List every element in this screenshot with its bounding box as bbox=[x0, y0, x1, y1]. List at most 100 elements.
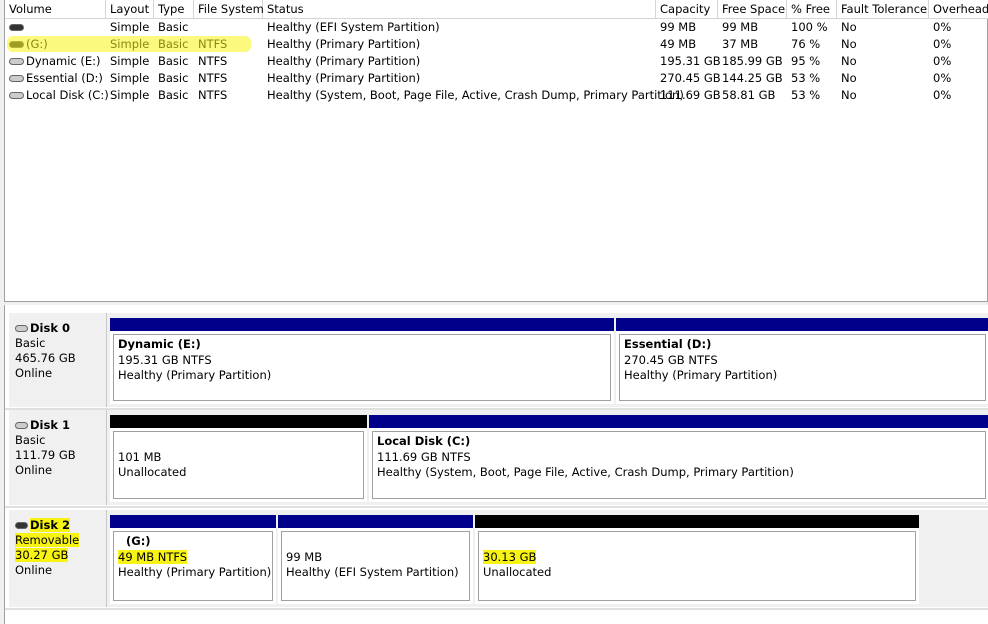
partition-bar bbox=[110, 318, 614, 331]
disk-state: Online bbox=[15, 563, 53, 577]
partition-size: 111.69 GB NTFS bbox=[377, 449, 471, 464]
partition-size: 30.13 GB bbox=[483, 549, 537, 564]
partition[interactable]: Essential (D:) 270.45 GB NTFS Healthy (P… bbox=[616, 318, 988, 404]
column-header[interactable]: Layout bbox=[106, 0, 154, 19]
cell-status: Healthy (EFI System Partition) bbox=[267, 20, 440, 34]
disk-name: Disk 2 bbox=[30, 518, 70, 532]
partition-bar bbox=[475, 515, 919, 528]
removable-drive-icon bbox=[9, 41, 24, 48]
cell-pct: 53 % bbox=[791, 88, 821, 102]
cell-pct: 53 % bbox=[791, 71, 821, 85]
disk-drive-icon bbox=[15, 325, 28, 332]
partition[interactable]: 30.13 GB Unallocated bbox=[475, 515, 919, 604]
cell-fault: No bbox=[841, 88, 857, 102]
column-header[interactable]: Type bbox=[154, 0, 194, 19]
partition-size: 49 MB NTFS bbox=[118, 549, 188, 564]
disk-name: Disk 1 bbox=[30, 418, 70, 432]
partition-status: Healthy (Primary Partition) bbox=[624, 368, 778, 382]
partition[interactable]: (G:) 49 MB NTFS Healthy (Primary Partiti… bbox=[110, 515, 276, 604]
partition-size: 101 MB bbox=[118, 449, 162, 464]
disk-type: Basic bbox=[15, 433, 46, 447]
cell-fs: NTFS bbox=[198, 88, 228, 102]
cell-free: 58.81 GB bbox=[722, 88, 776, 102]
partition-bar bbox=[110, 415, 367, 428]
partition-status: Unallocated bbox=[483, 565, 552, 579]
partition[interactable]: Local Disk (C:) 111.69 GB NTFS Healthy (… bbox=[369, 415, 988, 502]
disk-label[interactable]: Disk 0 Basic 465.76 GB Online bbox=[9, 313, 107, 407]
partition-title bbox=[118, 434, 363, 450]
disk-state: Online bbox=[15, 366, 53, 380]
disk-map: Disk 0 Basic 465.76 GB Online Dynamic (E… bbox=[4, 305, 988, 624]
partition-title: (G:) bbox=[126, 534, 151, 548]
partition-status: Healthy (EFI System Partition) bbox=[286, 565, 459, 579]
cell-fault: No bbox=[841, 20, 857, 34]
partition[interactable]: 101 MB Unallocated bbox=[110, 415, 367, 502]
cell-status: Healthy (Primary Partition) bbox=[267, 37, 421, 51]
removable-drive-icon bbox=[9, 24, 24, 31]
cell-layout: Simple bbox=[110, 88, 150, 102]
cell-type: Basic bbox=[158, 37, 189, 51]
cell-overhead: 0% bbox=[933, 37, 952, 51]
column-header[interactable]: Fault Tolerance bbox=[837, 0, 929, 19]
disk-name: Disk 0 bbox=[30, 321, 70, 335]
partition-title bbox=[483, 534, 915, 550]
partition-status: Healthy (Primary Partition) bbox=[118, 565, 272, 579]
partition-title: Essential (D:) bbox=[624, 337, 712, 351]
cell-type: Basic bbox=[158, 88, 189, 102]
disk-drive-icon bbox=[9, 58, 24, 65]
disk-label[interactable]: Disk 2 Removable 30.27 GB Online bbox=[9, 510, 107, 607]
cell-type: Basic bbox=[158, 54, 189, 68]
partition-size: 195.31 GB NTFS bbox=[118, 352, 212, 367]
cell-fault: No bbox=[841, 37, 857, 51]
disk-type: Removable bbox=[15, 533, 80, 547]
partition[interactable]: 99 MB Healthy (EFI System Partition) bbox=[278, 515, 473, 604]
cell-fs: NTFS bbox=[198, 71, 228, 85]
column-header[interactable]: Overhead bbox=[929, 0, 988, 19]
partition[interactable]: Dynamic (E:) 195.31 GB NTFS Healthy (Pri… bbox=[110, 318, 614, 404]
cell-capacity: 195.31 GB bbox=[660, 54, 721, 68]
disk-type: Basic bbox=[15, 336, 46, 350]
column-header[interactable]: % Free bbox=[787, 0, 837, 19]
cell-volume: Local Disk (C:) bbox=[26, 88, 109, 102]
divider bbox=[5, 506, 988, 508]
disk-size: 111.79 GB bbox=[15, 448, 76, 462]
cell-layout: Simple bbox=[110, 37, 150, 51]
disk-state: Online bbox=[15, 463, 53, 477]
cell-status: Healthy (Primary Partition) bbox=[267, 54, 421, 68]
cell-free: 37 MB bbox=[722, 37, 759, 51]
column-header[interactable]: Volume bbox=[5, 0, 106, 19]
cell-pct: 76 % bbox=[791, 37, 821, 51]
cell-capacity: 49 MB bbox=[660, 37, 697, 51]
column-header[interactable]: Status bbox=[263, 0, 656, 19]
partition-bar bbox=[278, 515, 473, 528]
partition-bar bbox=[616, 318, 988, 331]
cell-overhead: 0% bbox=[933, 54, 952, 68]
cell-volume: (G:) bbox=[26, 37, 48, 51]
partition-status: Unallocated bbox=[118, 465, 187, 479]
column-header[interactable]: Capacity bbox=[656, 0, 718, 19]
divider bbox=[5, 608, 988, 610]
cell-capacity: 99 MB bbox=[660, 20, 697, 34]
cell-overhead: 0% bbox=[933, 71, 952, 85]
cell-status: Healthy (System, Boot, Page File, Active… bbox=[267, 88, 684, 102]
partition-bar bbox=[110, 515, 276, 528]
cell-fs: NTFS bbox=[198, 37, 228, 51]
cell-type: Basic bbox=[158, 20, 189, 34]
cell-overhead: 0% bbox=[933, 20, 952, 34]
cell-fault: No bbox=[841, 71, 857, 85]
disk-drive-icon bbox=[9, 75, 24, 82]
cell-layout: Simple bbox=[110, 20, 150, 34]
volume-list[interactable]: Volume Layout Type File System Status Capacit… bbox=[4, 0, 988, 302]
disk-drive-icon bbox=[15, 422, 28, 429]
cell-capacity: 270.45 GB bbox=[660, 71, 721, 85]
column-header[interactable]: File System bbox=[194, 0, 264, 19]
disk-label[interactable]: Disk 1 Basic 111.79 GB Online bbox=[9, 410, 107, 505]
cell-fs: NTFS bbox=[198, 54, 228, 68]
cell-layout: Simple bbox=[110, 71, 150, 85]
cell-type: Basic bbox=[158, 71, 189, 85]
column-header[interactable]: Free Space bbox=[718, 0, 787, 19]
partition-title: Local Disk (C:) bbox=[377, 434, 471, 448]
partition-size: 99 MB bbox=[286, 549, 323, 564]
cell-volume: Dynamic (E:) bbox=[26, 54, 101, 68]
partition-title bbox=[286, 534, 469, 550]
